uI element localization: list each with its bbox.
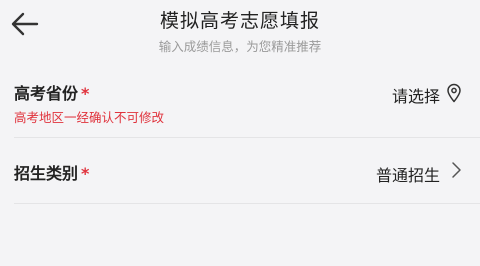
province-label-text: 高考省份 — [14, 84, 79, 103]
category-row[interactable]: 招生类别 * 普通招生 — [14, 138, 480, 204]
required-mark: * — [81, 164, 90, 183]
category-label: 招生类别 * — [14, 160, 89, 184]
chevron-right-icon[interactable] — [450, 160, 462, 184]
page-title: 模拟高考志愿填报 — [159, 10, 320, 32]
province-select-value[interactable]: 请选择 — [392, 83, 440, 107]
province-hint: 高考地区一经确认不可修改 — [14, 110, 165, 125]
page-subtitle: 输入成绩信息，为您精准推荐 — [158, 39, 322, 54]
header: 模拟高考志愿填报 输入成绩信息，为您精准推荐 — [0, 0, 480, 66]
location-pin-icon[interactable] — [446, 83, 462, 107]
category-select-value[interactable]: 普通招生 — [376, 162, 440, 186]
province-label: 高考省份 * — [14, 80, 89, 104]
required-mark: * — [81, 84, 90, 103]
divider — [14, 203, 480, 204]
province-row[interactable]: 高考省份 * 高考地区一经确认不可修改 请选择 — [14, 66, 480, 138]
category-label-text: 招生类别 — [14, 164, 79, 183]
